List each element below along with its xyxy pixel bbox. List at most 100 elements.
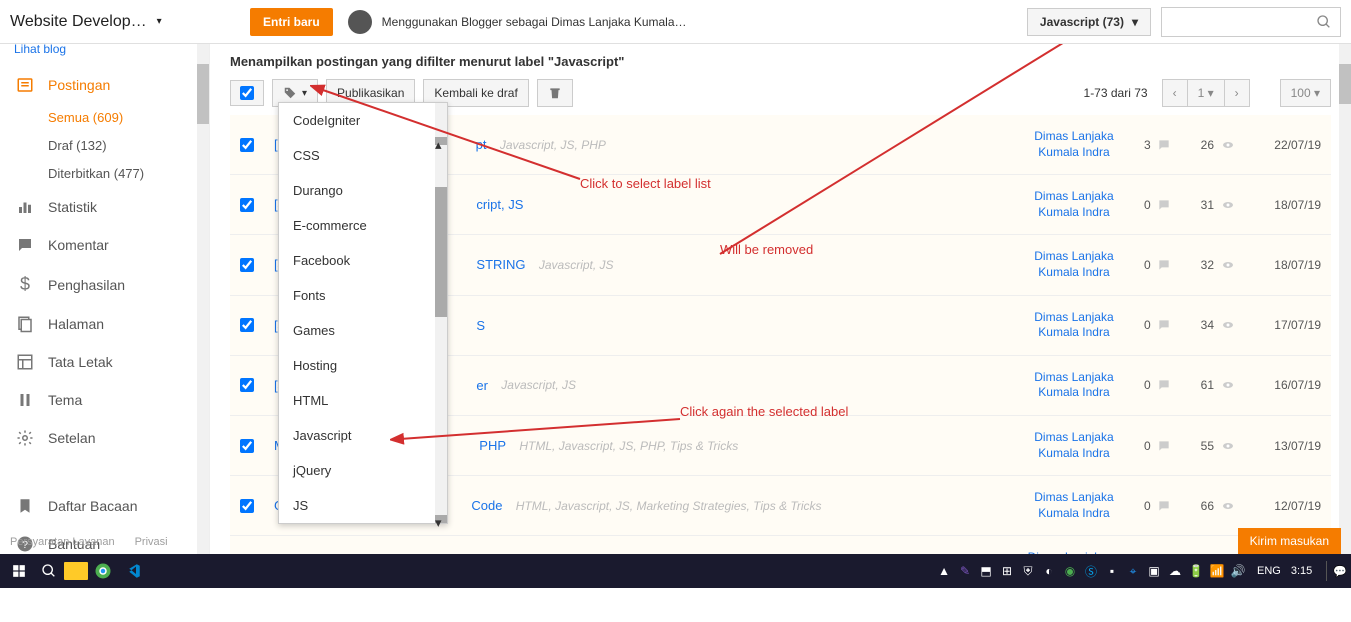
feedback-button[interactable]: Kirim masukan [1238,528,1341,554]
comment-icon [1157,198,1171,212]
label-dropdown-item[interactable]: Games [279,313,447,348]
label-dropdown-item[interactable]: Javascript [279,418,447,453]
blog-selector[interactable]: Website Develop… ▾ [10,13,190,31]
sidebar-sub-all[interactable]: Semua (609) [0,104,209,132]
post-comments: 0 [1144,378,1171,392]
sidebar-item-comments[interactable]: Komentar [0,226,209,264]
post-checkbox[interactable] [240,378,254,392]
battery-icon[interactable]: 🔋 [1187,562,1205,580]
label-dropdown-item[interactable]: Hosting [279,348,447,383]
sidebar-scrollbar[interactable] [197,44,209,554]
privacy-link[interactable]: Privasi [135,536,168,548]
label-dropdown: CodeIgniterCSSDurangoE-commerceFacebookF… [278,102,448,524]
label-dropdown-item[interactable]: CodeIgniter [279,103,447,138]
new-entry-button[interactable]: Entri baru [250,8,333,36]
post-author[interactable]: Dimas LanjakaKumala Indra [1019,129,1129,160]
tray-icon[interactable]: ◐ [1040,562,1058,580]
sidebar-item-theme[interactable]: Tema [0,381,209,419]
sidebar-item-stats[interactable]: Statistik [0,188,209,226]
explorer-icon[interactable] [64,562,88,580]
trash-icon [548,86,562,100]
post-comments: 0 [1144,318,1171,332]
sidebar-sub-draft[interactable]: Draf (132) [0,132,209,160]
label-dropdown-item[interactable]: E-commerce [279,208,447,243]
tray-icon[interactable]: ▲ [935,562,953,580]
label-filter-dropdown[interactable]: Javascript (73) ▾ [1027,8,1151,36]
sidebar-sub-published[interactable]: Diterbitkan (477) [0,160,209,188]
tray-icon[interactable]: ✎ [956,562,974,580]
layout-icon [14,353,36,371]
post-checkbox[interactable] [240,198,254,212]
label-dropdown-item[interactable]: CSS [279,138,447,173]
skype-icon[interactable]: Ⓢ [1082,562,1100,580]
windows-taskbar: ▲ ✎ ⬒ ⊞ ⛨ ◐ ◉ Ⓢ ▪ ⌖ ▣ ☁ 🔋 📶 🔊 ENG 3:15 💬 [0,554,1351,588]
label-dropdown-item[interactable]: JS [279,488,447,523]
post-author[interactable]: Dimas LanjakaKumala Indra [1019,249,1129,280]
vscode-icon[interactable] [118,556,148,586]
tray-icon[interactable]: ⬒ [977,562,995,580]
sidebar-item-layout[interactable]: Tata Letak [0,343,209,381]
sidebar-label: Halaman [48,316,104,332]
sidebar-item-reading[interactable]: Daftar Bacaan [0,487,209,525]
pager-prev[interactable]: ‹ [1162,79,1188,107]
pages-icon [14,315,36,333]
post-checkbox[interactable] [240,439,254,453]
post-author[interactable]: Dimas LanjakaKumala Indra [1019,490,1129,521]
post-checkbox[interactable] [240,318,254,332]
onedrive-icon[interactable]: ☁ [1166,562,1184,580]
system-tray[interactable]: ▲ ✎ ⬒ ⊞ ⛨ ◐ ◉ Ⓢ ▪ ⌖ ▣ ☁ 🔋 📶 🔊 [935,562,1247,580]
sidebar-item-pages[interactable]: Halaman [0,305,209,343]
blog-title-text: Website Develop… [10,13,147,31]
search-taskbar-icon[interactable] [34,556,64,586]
tray-icon[interactable]: ⛨ [1019,562,1037,580]
label-dropdown-item[interactable]: jQuery [279,453,447,488]
clock[interactable]: 3:15 [1291,565,1312,577]
annotation-2: Will be removed [720,242,813,257]
delete-button[interactable] [537,79,573,107]
post-author[interactable]: Dimas LanjakaKumala Indra [1019,430,1129,461]
terms-link[interactable]: Persyaratan Layanan [10,536,115,548]
select-all-checkbox[interactable] [230,80,264,106]
wifi-icon[interactable]: 📶 [1208,562,1226,580]
post-title-rest: Code [471,498,502,513]
volume-icon[interactable]: 🔊 [1229,562,1247,580]
bluetooth-icon[interactable]: ⌖ [1124,562,1142,580]
tray-icon[interactable]: ▣ [1145,562,1163,580]
notifications-icon[interactable]: 💬 [1333,565,1347,578]
pager-next[interactable]: › [1224,79,1250,107]
eye-icon [1220,259,1236,271]
post-author[interactable]: Dimas LanjakaKumala Indra [1019,370,1129,401]
tray-icon[interactable]: ▪ [1103,562,1121,580]
post-checkbox[interactable] [240,258,254,272]
label-dropdown-item[interactable]: HTML [279,383,447,418]
avatar[interactable] [348,10,372,34]
label-dropdown-item[interactable]: Facebook [279,243,447,278]
post-checkbox[interactable] [240,138,254,152]
post-labels [533,198,536,212]
post-author[interactable]: Dimas LanjakaKumala Indra [1019,189,1129,220]
post-row[interactable]: Cheed or not [JS] Javascript, JS, Tips &… [230,536,1331,554]
comment-icon [1157,318,1171,332]
sidebar-item-posts[interactable]: Postingan [0,66,209,104]
sidebar-item-settings[interactable]: Setelan [0,419,209,457]
tray-icon[interactable]: ⊞ [998,562,1016,580]
post-author[interactable]: Dimas LanjakaKumala Indra [1012,550,1122,554]
pager-page[interactable]: 1 ▾ [1187,79,1225,107]
pager-perpage[interactable]: 100 ▾ [1280,79,1331,107]
label-dropdown-item[interactable]: Fonts [279,278,447,313]
sidebar-item-earnings[interactable]: $ Penghasilan [0,264,209,305]
comment-icon [1157,258,1171,272]
main-scrollbar[interactable] [1339,44,1351,554]
post-views: 55 [1201,439,1236,453]
chrome-icon[interactable] [88,556,118,586]
tray-icon[interactable]: ◉ [1061,562,1079,580]
post-author[interactable]: Dimas LanjakaKumala Indra [1019,310,1129,341]
language-indicator[interactable]: ENG [1257,565,1281,577]
sidebar-label: Tata Letak [48,354,113,370]
start-button[interactable] [4,556,34,586]
label-dropdown-item[interactable]: Durango [279,173,447,208]
dropdown-scrollbar[interactable]: ▴ ▾ [435,103,447,523]
post-checkbox[interactable] [240,499,254,513]
post-date: 17/07/19 [1251,318,1321,332]
search-input[interactable] [1161,7,1341,37]
